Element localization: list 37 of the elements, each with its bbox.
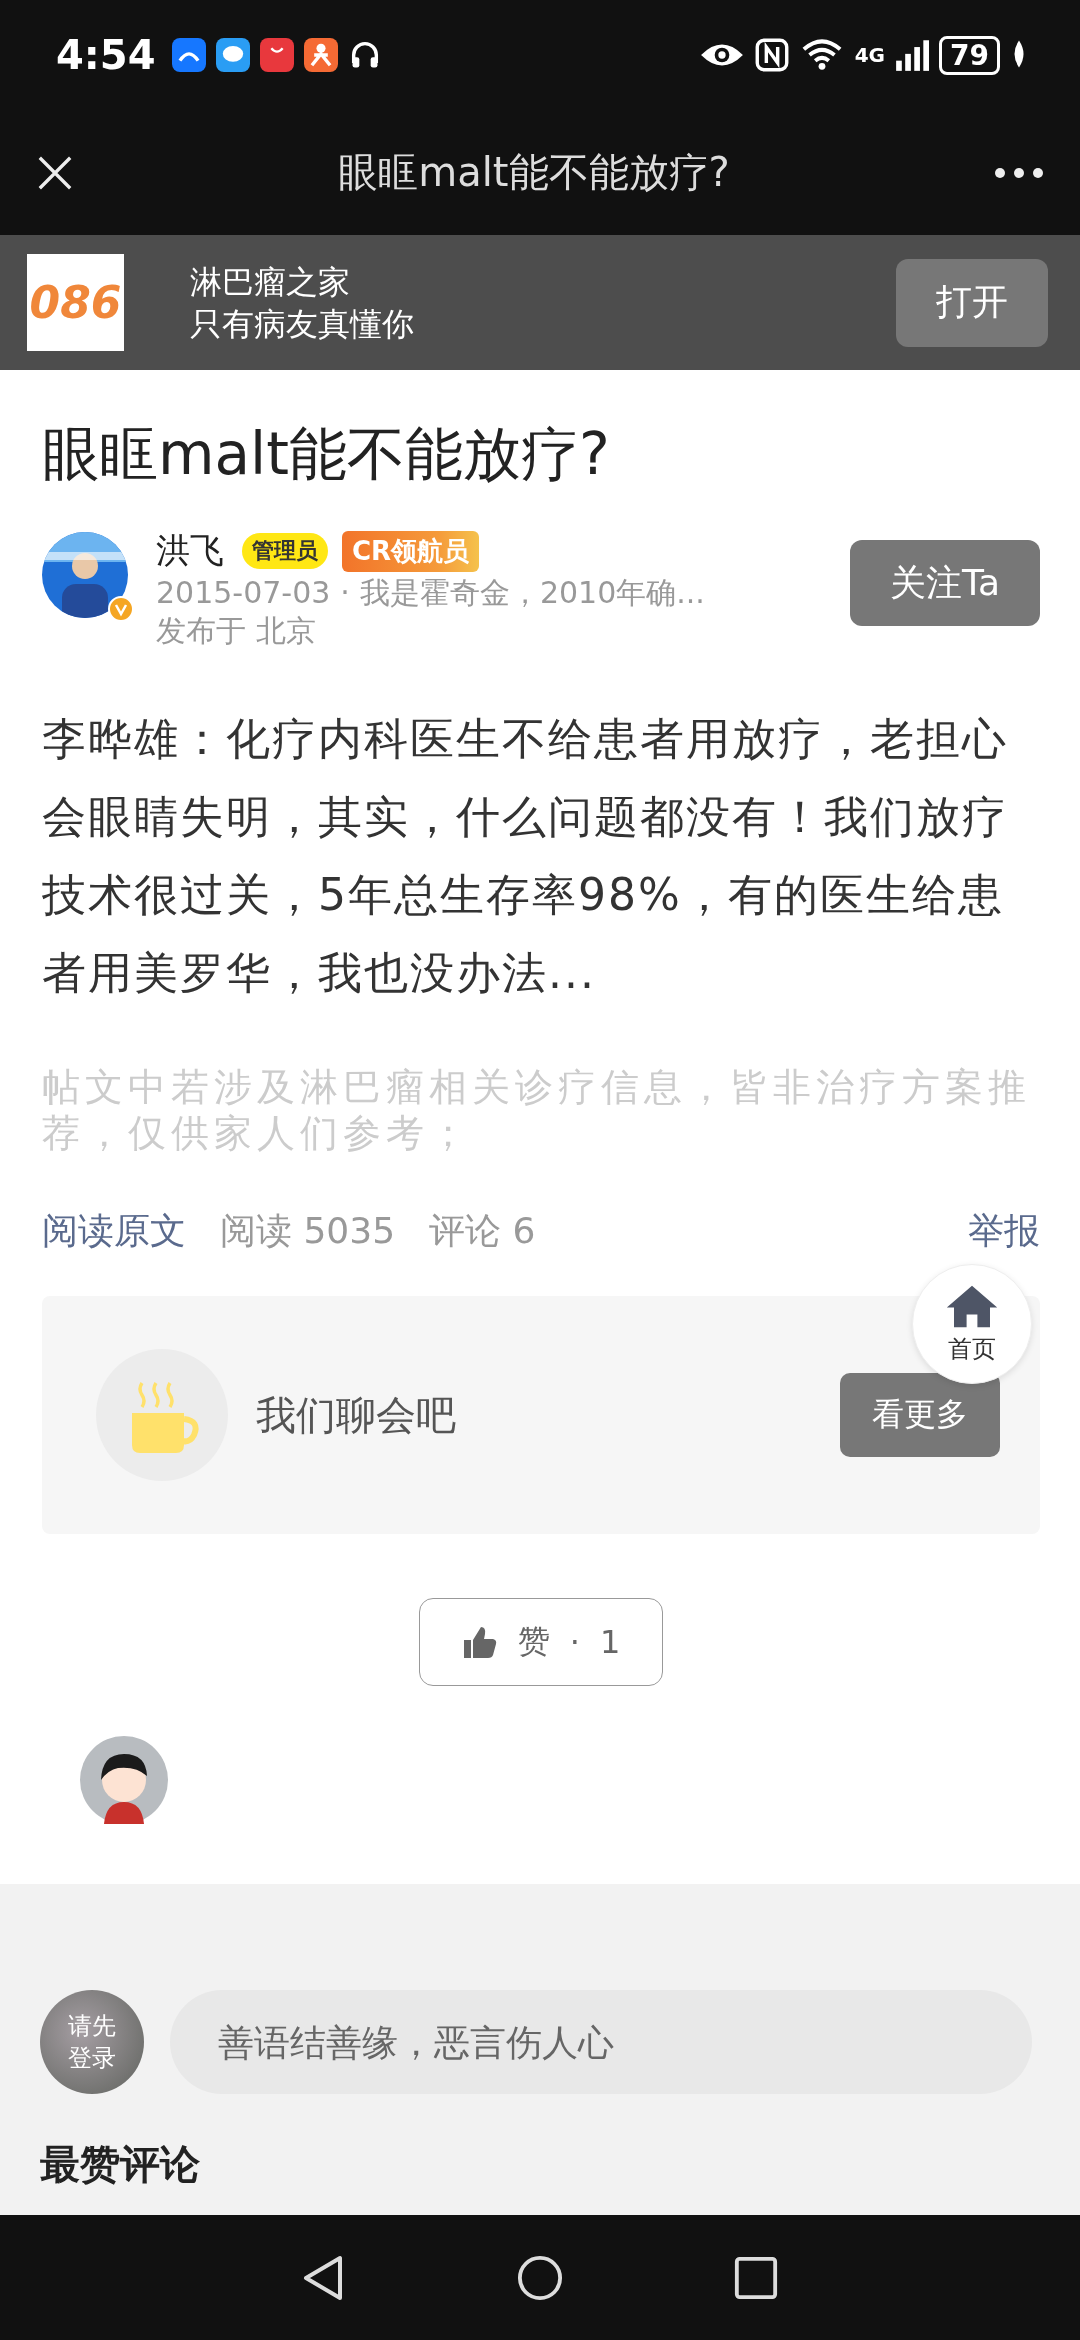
more-icon[interactable] [994,166,1044,179]
author-bio: 我是霍奇金，2010年确... [359,574,705,612]
chat-prompt: 我们聊会吧 [256,1390,456,1440]
status-time: 4:54 [56,32,156,78]
nfc-icon [754,38,789,72]
login-avatar-button[interactable]: 请先登录 [40,1990,144,2094]
comment-input[interactable]: 善语结善缘，恶言伤人心 [170,1990,1032,2094]
post-date: 2015-07-03 [156,574,331,612]
read-original-link[interactable]: 阅读原文 [42,1207,186,1256]
network-type: 4G [854,43,886,67]
app-name: 淋巴瘤之家 [190,261,351,303]
coffee-cup-icon [96,1349,228,1481]
post-title: 眼眶malt能不能放疗? [42,419,611,490]
separator-dot: · [340,574,350,612]
page-title: 眼眶malt能不能放疗? [337,148,731,197]
report-link[interactable]: 举报 [968,1207,1040,1256]
post-location: 发布于 北京 [156,612,317,650]
runner-app-icon [303,38,338,72]
home-circle-icon[interactable] [517,2253,563,2302]
author-name[interactable]: 洪飞 [156,528,224,574]
home-icon [945,1283,999,1329]
like-button[interactable]: 赞 · 1 [419,1598,663,1686]
comments-heading: 最赞评论 [40,2140,201,2189]
open-app-button[interactable]: 打开 [896,258,1048,347]
follow-button[interactable]: 关注Ta [850,540,1040,626]
battery-level: 79 [939,35,1000,75]
app-logo: 086 [27,254,124,351]
read-count: 阅读 5035 [220,1209,396,1253]
role-badge: CR领航员 [342,530,480,572]
chat-bubble-app-icon [215,38,250,72]
comment-count: 评论 6 [429,1209,536,1253]
role-badge: 管理员 [242,533,328,569]
signal-icon [895,38,930,72]
thumbs-up-icon [461,1624,498,1660]
app-slogan: 只有病友真懂你 [190,303,414,345]
see-more-button[interactable]: 看更多 [840,1373,1000,1457]
post-body: 李晔雄：化疗内科医生不给患者用放疗，老担心会眼睛失明，其实，什么问题都没有！我们放疗技术很过关，5年总生存率98%，有的医生给患者用美罗华，我也没办法... [42,712,1009,1000]
